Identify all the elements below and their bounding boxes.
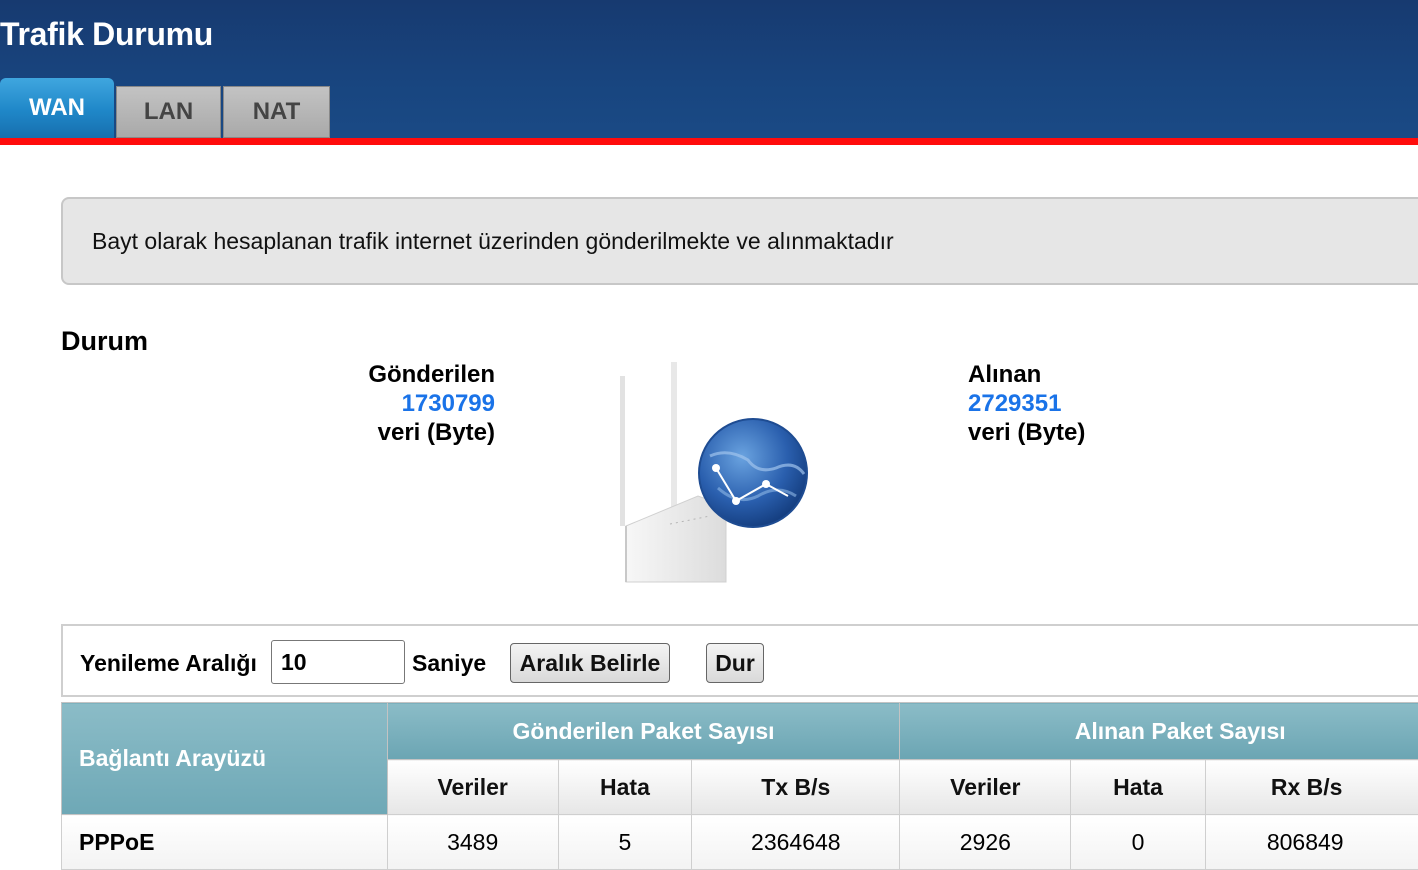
row-interface: PPPoE (61, 814, 388, 870)
header-recv-data: Veriler (899, 759, 1072, 815)
status-title: Durum (61, 326, 148, 356)
traffic-stats-table: Bağlantı Arayüzü Gönderilen Paket Sayısı… (61, 702, 1418, 870)
header-recv-error: Hata (1070, 759, 1206, 815)
row-recv-error: 0 (1070, 814, 1206, 870)
info-banner: Bayt olarak hesaplanan trafik internet ü… (61, 197, 1418, 285)
sent-value: 1730799 (401, 390, 495, 417)
row-sent-data: 3489 (386, 814, 559, 870)
received-unit: veri (Byte) (968, 419, 1086, 446)
info-text: Bayt olarak hesaplanan trafik internet ü… (92, 227, 894, 254)
header-rx: Rx B/s (1204, 759, 1418, 815)
received-label: Alınan (968, 361, 1042, 388)
header-interface: Bağlantı Arayüzü (61, 702, 388, 815)
header-divider (0, 138, 1418, 145)
sent-unit: veri (Byte) (377, 419, 495, 446)
tab-nat[interactable]: NAT (223, 86, 330, 138)
sent-summary: Gönderilen 1730799 veri (Byte) (300, 360, 495, 447)
row-recv-data: 2926 (899, 814, 1072, 870)
sent-label: Gönderilen (368, 361, 495, 388)
page-header: Trafik Durumu WAN LAN NAT (0, 0, 1418, 138)
header-received-packets: Alınan Paket Sayısı (899, 702, 1418, 760)
refresh-unit-label: Saniye (412, 650, 487, 676)
row-sent-error: 5 (557, 814, 693, 870)
set-interval-button[interactable]: Aralık Belirle (510, 643, 670, 683)
page-title: Trafik Durumu (0, 16, 214, 52)
header-sent-data: Veriler (386, 759, 559, 815)
received-value: 2729351 (968, 390, 1062, 417)
header-sent-error: Hata (557, 759, 693, 815)
received-summary: Alınan 2729351 veri (Byte) (968, 360, 1218, 447)
refresh-controls: Yenileme Aralığı Saniye Aralık Belirle D… (61, 624, 1418, 697)
refresh-interval-label: Yenileme Aralığı (80, 650, 257, 676)
header-sent-packets: Gönderilen Paket Sayısı (386, 702, 901, 760)
refresh-interval-input[interactable] (271, 640, 405, 684)
table-row: PPPoE 3489 5 2364648 2926 0 806849 (61, 814, 1418, 870)
tab-lan[interactable]: LAN (116, 86, 221, 138)
globe-icon (698, 418, 808, 528)
header-tx: Tx B/s (691, 759, 901, 815)
router-globe-graphic (620, 362, 808, 583)
stop-button[interactable]: Dur (706, 643, 764, 683)
row-rx: 806849 (1204, 814, 1418, 870)
row-tx: 2364648 (691, 814, 901, 870)
tab-wan[interactable]: WAN (0, 78, 114, 138)
